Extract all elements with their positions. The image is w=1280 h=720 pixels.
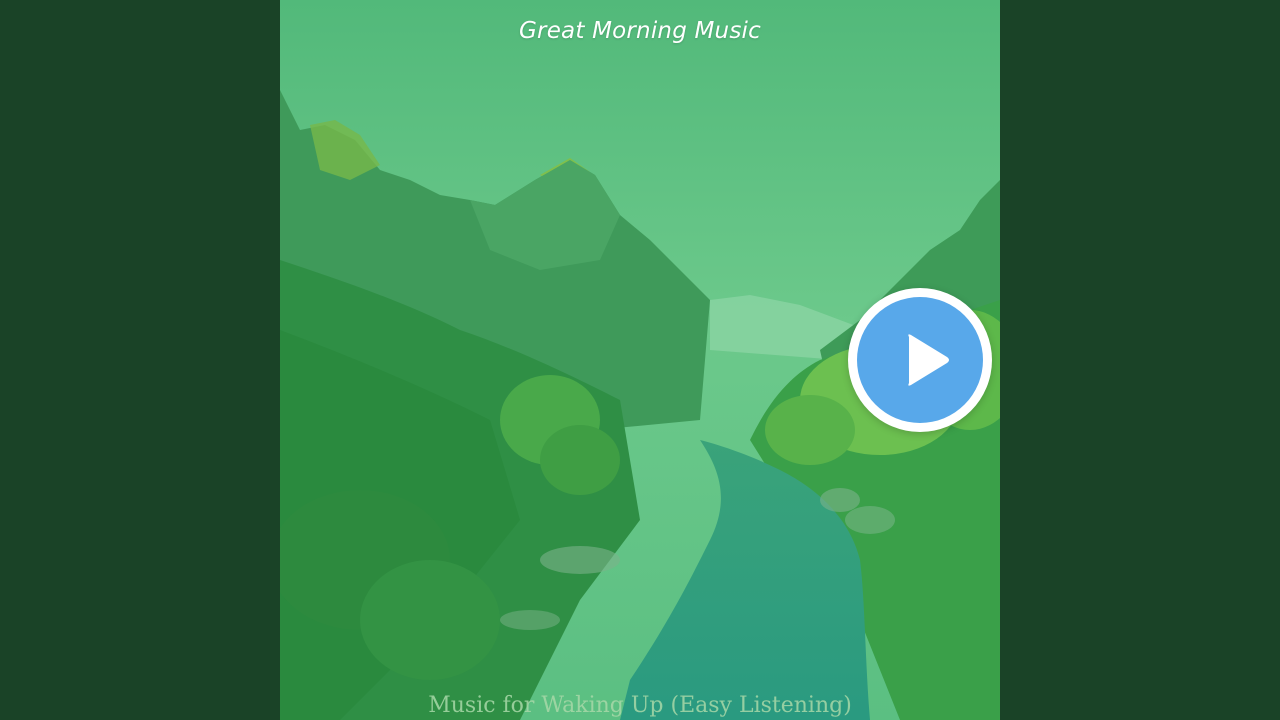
play-icon <box>908 334 949 386</box>
album-title: Music for Waking Up (Easy Listening) <box>428 693 852 718</box>
album-artwork: Great Morning Music Music for Waking Up … <box>280 0 1000 720</box>
artist-title: Great Morning Music <box>519 18 761 44</box>
play-button[interactable] <box>848 288 992 432</box>
video-frame[interactable]: Great Morning Music Music for Waking Up … <box>0 0 1280 720</box>
